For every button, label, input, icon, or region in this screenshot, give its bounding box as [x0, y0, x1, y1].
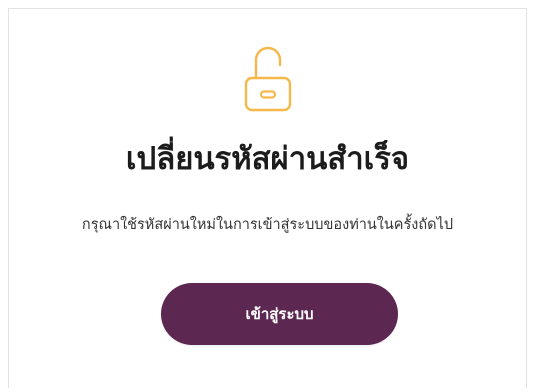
unlocked-padlock-icon — [244, 46, 291, 112]
page-title: เปลี่ยนรหัสผ่านสำเร็จ — [125, 141, 410, 177]
instruction-text: กรุณาใช้รหัสผ่านใหม่ในการเข้าสู่ระบบของท… — [81, 217, 454, 233]
page: เปลี่ยนรหัสผ่านสำเร็จ กรุณาใช้รหัสผ่านให… — [0, 0, 535, 392]
login-button[interactable]: เข้าสู่ระบบ — [161, 283, 398, 345]
success-card: เปลี่ยนรหัสผ่านสำเร็จ กรุณาใช้รหัสผ่านให… — [8, 8, 527, 388]
icon-container — [9, 38, 526, 118]
